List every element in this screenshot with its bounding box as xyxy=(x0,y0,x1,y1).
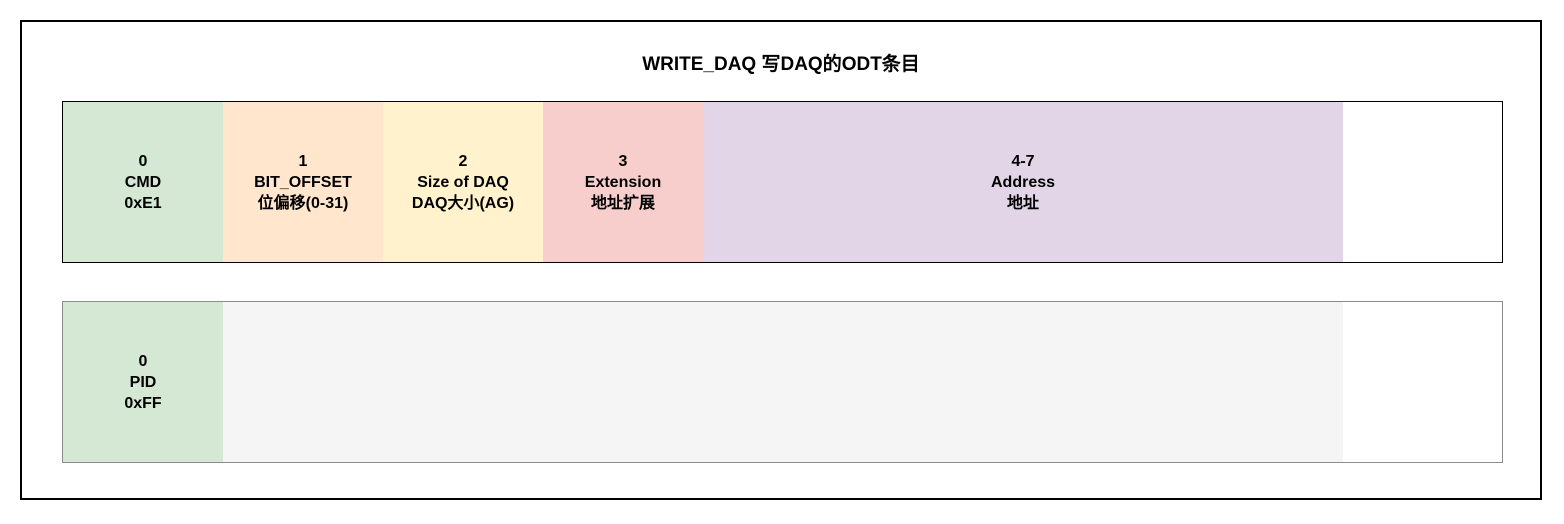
cmd-byte-1-cell: 1 BIT_OFFSET 位偏移(0-31) xyxy=(223,102,383,262)
cell-field-name: CMD xyxy=(124,173,162,191)
cell-byte-label: 0 xyxy=(138,352,148,370)
cell-field-value: 地址 xyxy=(1006,194,1039,212)
res-byte-0-cell: 0 PID 0xFF xyxy=(63,302,223,462)
cell-field-value: 0xFF xyxy=(124,394,162,412)
cmd-empty-cell xyxy=(1343,102,1502,262)
cell-field-name: Size of DAQ xyxy=(417,173,509,191)
res-empty-cell xyxy=(1343,302,1502,462)
cell-byte-label: 0 xyxy=(138,152,148,170)
cell-byte-label: 2 xyxy=(458,152,468,170)
cell-field-name: BIT_OFFSET xyxy=(254,173,352,191)
diagram-title: WRITE_DAQ 写DAQ的ODT条目 xyxy=(642,54,920,75)
cell-field-name: PID xyxy=(129,373,157,391)
cmd-byte-3-cell: 3 Extension 地址扩展 xyxy=(543,102,703,262)
cmd-byte-4-7-cell: 4-7 Address 地址 xyxy=(703,102,1343,262)
cell-field-name: Extension xyxy=(584,173,662,191)
cell-byte-label: 1 xyxy=(298,152,308,170)
response-packet-row: 0 PID 0xFF xyxy=(62,301,1503,463)
cmd-byte-2-cell: 2 Size of DAQ DAQ大小(AG) xyxy=(383,102,543,262)
diagram-frame: WRITE_DAQ 写DAQ的ODT条目 0 CMD 0xE1 1 BIT_OF… xyxy=(20,20,1542,500)
cmd-byte-0-cell: 0 CMD 0xE1 xyxy=(63,102,223,262)
command-packet-row: 0 CMD 0xE1 1 BIT_OFFSET 位偏移(0-31) 2 Size… xyxy=(62,101,1503,263)
cell-field-value: 0xE1 xyxy=(124,194,162,212)
cell-byte-label: 4-7 xyxy=(1011,152,1035,170)
cell-field-value: 位偏移(0-31) xyxy=(257,194,349,212)
cell-field-value: DAQ大小(AG) xyxy=(411,194,515,212)
cell-field-name: Address xyxy=(990,173,1056,191)
cell-byte-label: 3 xyxy=(618,152,628,170)
res-filler-cell xyxy=(223,302,1343,462)
cell-field-value: 地址扩展 xyxy=(590,194,655,212)
